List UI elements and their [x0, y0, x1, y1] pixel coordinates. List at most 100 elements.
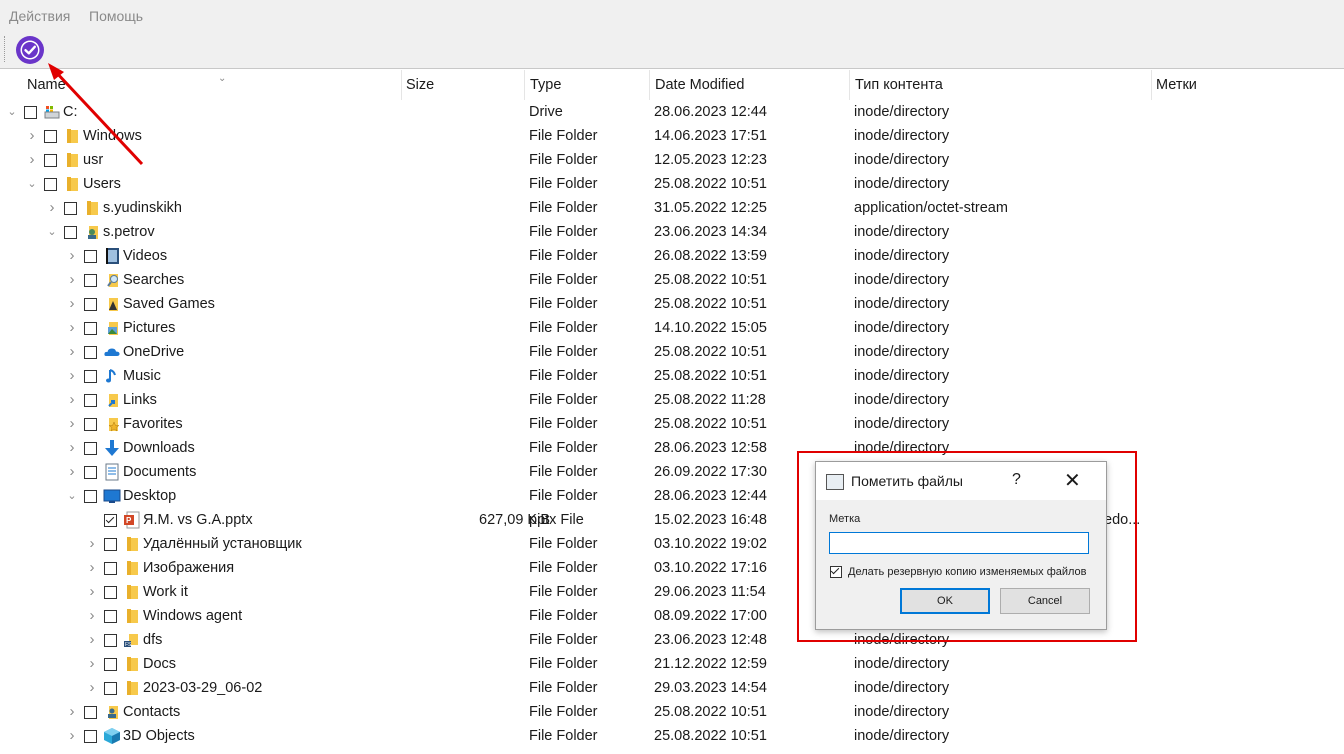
- chevron-right-icon[interactable]: ›: [66, 364, 78, 388]
- close-icon[interactable]: ✕: [1064, 468, 1081, 493]
- tree-row[interactable]: › Saved Games File Folder 25.08.2022 10:51 i…: [0, 292, 1344, 316]
- row-checkbox[interactable]: [104, 682, 117, 695]
- chevron-right-icon[interactable]: ›: [66, 724, 78, 748]
- row-checkbox[interactable]: [84, 298, 97, 311]
- tree-row[interactable]: › FS dfs File Folder 23.06.2023 12:48 inode/d…: [0, 628, 1344, 652]
- tree-row[interactable]: › Windows agent File Folder 08.09.2022 17:0…: [0, 604, 1344, 628]
- row-checkbox[interactable]: [84, 418, 97, 431]
- tree-row[interactable]: › Изображения File Folder 03.10.2022 17:16: [0, 556, 1344, 580]
- row-checkbox[interactable]: [64, 226, 77, 239]
- row-checkbox[interactable]: [24, 106, 37, 119]
- column-tags[interactable]: Метки: [1151, 70, 1344, 100]
- chevron-down-icon[interactable]: ⌄: [6, 100, 18, 124]
- tree-row[interactable]: › Pictures File Folder 14.10.2022 15:05 inod…: [0, 316, 1344, 340]
- chevron-right-icon[interactable]: ›: [66, 244, 78, 268]
- tree-row[interactable]: › 3D Objects File Folder 25.08.2022 10:51 in…: [0, 724, 1344, 748]
- chevron-right-icon[interactable]: ›: [66, 292, 78, 316]
- chevron-down-icon[interactable]: ⌄: [26, 172, 38, 196]
- row-checkbox[interactable]: [44, 178, 57, 191]
- chevron-right-icon[interactable]: ›: [86, 532, 98, 556]
- chevron-right-icon[interactable]: ›: [66, 412, 78, 436]
- chevron-down-icon[interactable]: ⌄: [66, 484, 78, 508]
- row-checkbox[interactable]: [84, 442, 97, 455]
- column-size[interactable]: Size: [401, 70, 525, 100]
- row-checkbox[interactable]: [104, 610, 117, 623]
- chevron-right-icon[interactable]: ›: [86, 628, 98, 652]
- column-content-type[interactable]: Тип контента: [850, 70, 1152, 100]
- tree-row[interactable]: › OneDrive File Folder 25.08.2022 10:51 inod…: [0, 340, 1344, 364]
- tree-row[interactable]: › Links File Folder 25.08.2022 11:28 inode/d…: [0, 388, 1344, 412]
- menu-actions[interactable]: Действия: [9, 8, 70, 24]
- tree-row[interactable]: ⌄ Users File Folder 25.08.2022 10:51 inode/d…: [0, 172, 1344, 196]
- chevron-right-icon[interactable]: ›: [66, 436, 78, 460]
- tree-row[interactable]: › Work it File Folder 29.06.2023 11:54: [0, 580, 1344, 604]
- chevron-right-icon[interactable]: ›: [66, 388, 78, 412]
- chevron-right-icon[interactable]: ›: [86, 652, 98, 676]
- tree-row[interactable]: › Удалённый установщик File Folder 03.10.20…: [0, 532, 1344, 556]
- chevron-right-icon[interactable]: ›: [66, 316, 78, 340]
- chevron-right-icon[interactable]: ›: [46, 196, 58, 220]
- help-button[interactable]: ?: [1012, 471, 1021, 489]
- row-checkbox[interactable]: [84, 274, 97, 287]
- chevron-right-icon[interactable]: ›: [86, 556, 98, 580]
- row-content-type: inode/directory: [854, 392, 950, 408]
- column-date-modified[interactable]: Date Modified: [650, 70, 850, 100]
- tree-row[interactable]: › Favorites File Folder 25.08.2022 10:51 ino…: [0, 412, 1344, 436]
- tree-row[interactable]: ⌄ C: Drive 28.06.2023 12:44 inode/directory: [0, 100, 1344, 124]
- row-checkbox[interactable]: [84, 490, 97, 503]
- row-checkbox[interactable]: [84, 730, 97, 743]
- row-checkbox[interactable]: [104, 586, 117, 599]
- column-type[interactable]: Type: [525, 70, 650, 100]
- tree-row[interactable]: ⌄DesktopFile Folder28.06.2023 12:44inode…: [0, 484, 1344, 508]
- chevron-right-icon[interactable]: ›: [86, 676, 98, 700]
- row-content-type: inode/directory: [854, 128, 950, 144]
- row-name: Изображения: [143, 560, 235, 576]
- row-checkbox[interactable]: [84, 706, 97, 719]
- tree-row[interactable]: ›DocumentsFile Folder26.09.2022 17:30ino…: [0, 460, 1344, 484]
- row-checkbox[interactable]: [104, 562, 117, 575]
- tag-input[interactable]: [829, 532, 1089, 554]
- row-date: 28.06.2023 12:44: [654, 488, 767, 504]
- row-checkbox[interactable]: [84, 394, 97, 407]
- chevron-right-icon[interactable]: ›: [66, 700, 78, 724]
- row-checkbox[interactable]: [104, 658, 117, 671]
- tree-row[interactable]: › usr File Folder 12.05.2023 12:23 inode/dir…: [0, 148, 1344, 172]
- chevron-down-icon[interactable]: ⌄: [46, 220, 58, 244]
- row-checkbox[interactable]: [104, 514, 117, 527]
- tree-row[interactable]: › Windows File Folder 14.06.2023 17:51 inode…: [0, 124, 1344, 148]
- tree-row[interactable]: › Contacts File Folder 25.08.2022 10:51 inod…: [0, 700, 1344, 724]
- chevron-right-icon[interactable]: ›: [66, 460, 78, 484]
- row-checkbox[interactable]: [84, 322, 97, 335]
- row-checkbox[interactable]: [84, 466, 97, 479]
- row-checkbox[interactable]: [64, 202, 77, 215]
- chevron-right-icon[interactable]: ›: [26, 148, 38, 172]
- chevron-right-icon[interactable]: ›: [86, 580, 98, 604]
- chevron-right-icon[interactable]: ›: [26, 124, 38, 148]
- row-checkbox[interactable]: [84, 250, 97, 263]
- tree-row[interactable]: › Downloads File Folder 28.06.2023 12:58 ino…: [0, 436, 1344, 460]
- ok-button[interactable]: OK: [900, 588, 990, 614]
- chevron-right-icon[interactable]: ›: [66, 340, 78, 364]
- chevron-right-icon[interactable]: ›: [66, 268, 78, 292]
- backup-checkbox[interactable]: [830, 566, 842, 578]
- cancel-button[interactable]: Cancel: [1000, 588, 1090, 614]
- row-checkbox[interactable]: [84, 346, 97, 359]
- tree-row[interactable]: › 2023-03-29_06-02 File Folder 29.03.2023 1…: [0, 676, 1344, 700]
- tree-row[interactable]: › s.yudinskikh File Folder 31.05.2022 12:25…: [0, 196, 1344, 220]
- download-icon: [103, 439, 121, 457]
- tree-row[interactable]: › Searches File Folder 25.08.2022 10:51 inod…: [0, 268, 1344, 292]
- row-name: Desktop: [123, 488, 177, 504]
- chevron-right-icon[interactable]: ›: [86, 604, 98, 628]
- tree-row[interactable]: P Я.М. vs G.A.pptx 627,09 KiB pptx File 15.0…: [0, 508, 1344, 532]
- row-checkbox[interactable]: [104, 634, 117, 647]
- menu-help[interactable]: Помощь: [89, 8, 143, 24]
- tree-row[interactable]: › Videos File Folder 26.08.2022 13:59 inode/…: [0, 244, 1344, 268]
- tree-row[interactable]: › Docs File Folder 21.12.2022 12:59 inode/di…: [0, 652, 1344, 676]
- backup-checkbox-label[interactable]: Делать резервную копию изменяемых файлов: [848, 566, 1087, 578]
- row-content-type: inode/directory: [854, 368, 950, 384]
- row-name: s.petrov: [103, 224, 155, 240]
- row-checkbox[interactable]: [84, 370, 97, 383]
- tree-row[interactable]: ⌄ s.petrov File Folder 23.06.2023 14:34 inod…: [0, 220, 1344, 244]
- tree-row[interactable]: › Music File Folder 25.08.2022 10:51 inode/d…: [0, 364, 1344, 388]
- row-checkbox[interactable]: [104, 538, 117, 551]
